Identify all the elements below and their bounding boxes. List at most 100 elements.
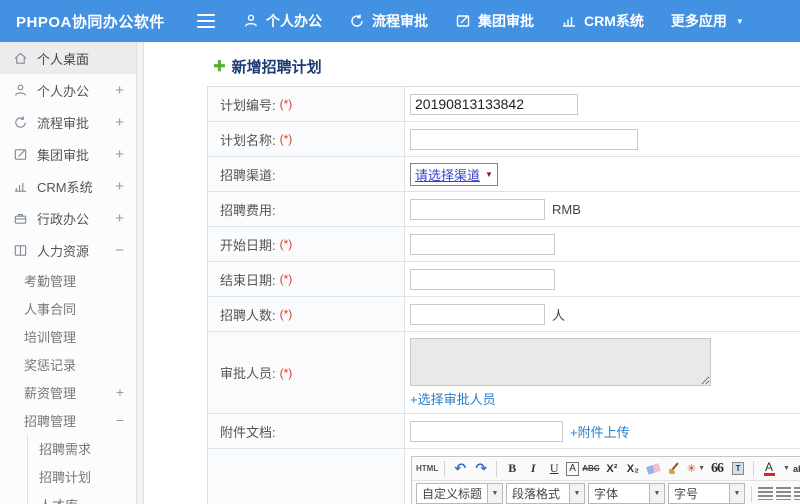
redo-icon[interactable]: ↷ [472, 459, 490, 479]
chart-icon [14, 182, 27, 192]
sidebar-item-hr-contract[interactable]: 人事合同 [0, 294, 136, 322]
sidebar-item-label: 集团审批 [37, 147, 90, 163]
caret-down-icon: ▼ [730, 483, 745, 504]
align-right-icon[interactable] [794, 487, 800, 500]
end-date-input[interactable] [410, 268, 555, 290]
plus-icon: ✚ [213, 58, 226, 75]
headcount-input[interactable] [410, 303, 545, 325]
sidebar-item-group-approval[interactable]: 集团审批 + [0, 138, 136, 170]
field-label: 结束日期: [220, 272, 276, 288]
attachment-input[interactable] [410, 420, 563, 442]
format-brush-icon[interactable] [666, 459, 684, 479]
sidebar-item-salary[interactable]: 薪资管理 + [0, 378, 136, 406]
hamburger-menu-icon[interactable] [197, 14, 215, 28]
flow-icon [351, 14, 363, 27]
bold-button[interactable]: B [503, 459, 521, 479]
paragraph-format-dropdown[interactable]: 段落格式 ▼ [506, 483, 585, 504]
attachment-upload-link[interactable]: +附件上传 [570, 422, 630, 441]
sidebar-subitem-label: 培训管理 [24, 329, 77, 345]
expand-plus-icon[interactable]: + [115, 114, 124, 131]
expand-plus-icon[interactable]: + [115, 178, 124, 195]
sidebar-item-training[interactable]: 培训管理 [0, 322, 136, 350]
topnav-group-approval[interactable]: 集团审批 [455, 11, 534, 31]
sidebar-item-personal-desktop[interactable]: 个人桌面 [0, 42, 136, 74]
field-label: 审批人员: [220, 366, 276, 381]
sidebar-item-label: 人力资源 [37, 243, 90, 259]
person-icon [15, 84, 26, 96]
sidebar-item-hr[interactable]: 人力资源 − [0, 234, 136, 266]
toolbar-separator [496, 460, 498, 477]
font-color-button[interactable]: A [760, 459, 778, 479]
topbar: PHPOA协同办公软件 个人办公 流程审批 集团审批 CRM系统 更多应用 ▼ [0, 0, 800, 42]
topnav-label: 更多应用 [670, 13, 727, 29]
channel-select-value: 请选择渠道 [415, 167, 481, 183]
html-source-button[interactable]: HTML [416, 459, 438, 479]
font-border-button[interactable]: A [566, 461, 579, 476]
field-label: 附件文档: [220, 424, 276, 440]
sidebar-subitem-label: 人才库 [39, 495, 78, 504]
sidebar-item-workflow-approval[interactable]: 流程审批 + [0, 106, 136, 138]
strikethrough-button[interactable]: ABC [582, 459, 600, 479]
sidebar-subitem-label: 招聘计划 [39, 469, 92, 485]
sidebar-item-attendance[interactable]: 考勤管理 [0, 266, 136, 294]
caret-down-icon: ▼ [570, 483, 585, 504]
sidebar-item-recruitment[interactable]: 招聘管理 − [0, 406, 136, 434]
align-center-icon[interactable] [776, 487, 791, 500]
sidebar-scrollbar[interactable] [137, 42, 144, 504]
app-title: PHPOA协同办公软件 [16, 13, 165, 31]
topnav-crm[interactable]: CRM系统 [561, 11, 644, 31]
plan-number-input[interactable] [410, 93, 578, 115]
align-left-icon[interactable] [758, 487, 773, 500]
field-label: 招聘渠道: [220, 167, 276, 183]
sidebar-item-label: 个人桌面 [37, 51, 90, 67]
plan-name-input[interactable] [410, 128, 638, 150]
channel-select[interactable]: 请选择渠道 ▼ [410, 162, 498, 186]
briefcase-icon [14, 213, 27, 224]
highlight-color-button[interactable]: ab✎ [793, 459, 800, 479]
approvers-textarea[interactable] [410, 338, 711, 386]
caret-down-icon: ▼ [650, 483, 665, 504]
topnav-workflow-approval[interactable]: 流程审批 [349, 11, 428, 31]
expand-plus-icon[interactable]: + [115, 146, 124, 163]
subscript-button[interactable]: X₂ [624, 459, 642, 479]
topnav-more-apps[interactable]: 更多应用 ▼ [671, 11, 744, 31]
choose-approvers-link[interactable]: +选择审批人员 [410, 389, 496, 408]
caret-down-icon: ▼ [735, 16, 744, 26]
budget-input[interactable] [410, 198, 545, 220]
underline-button[interactable]: U [545, 459, 563, 479]
eraser-icon[interactable] [645, 459, 663, 479]
sidebar-item-personal-office[interactable]: 个人办公 + [0, 74, 136, 106]
start-date-input[interactable] [410, 233, 555, 255]
topnav-label: 集团审批 [478, 13, 534, 29]
custom-heading-dropdown[interactable]: 自定义标题 ▼ [416, 483, 503, 504]
superscript-button[interactable]: X² [603, 459, 621, 479]
expand-plus-icon[interactable]: + [115, 210, 124, 227]
sidebar-subitem-label: 薪资管理 [24, 385, 77, 401]
form-row-end-date: 结束日期: (*) [208, 262, 800, 297]
auto-format-icon[interactable]: ✳ ▼ [687, 459, 705, 479]
sidebar-item-crm[interactable]: CRM系统 + [0, 170, 136, 202]
sidebar-item-recruit-demand[interactable]: 招聘需求 [28, 434, 136, 462]
sidebar-item-label: 行政办公 [37, 211, 90, 227]
sidebar-item-talent-pool[interactable]: 人才库 [28, 490, 136, 504]
expand-plus-icon[interactable]: + [115, 82, 124, 99]
caret-down-icon[interactable]: ▼ [783, 465, 790, 472]
flow-icon [15, 115, 26, 128]
sidebar-item-recruit-plan[interactable]: 招聘计划 [28, 462, 136, 490]
form-row-content-editor: HTML ↶ ↷ B I U A ABC X² X₂ ✳ ▼ 66 T A ▼ … [208, 449, 800, 504]
headcount-unit: 人 [552, 307, 566, 323]
topnav-personal-office[interactable]: 个人办公 [243, 11, 322, 31]
collapse-minus-icon[interactable]: − [116, 412, 124, 428]
collapse-minus-icon[interactable]: − [115, 242, 124, 259]
sidebar-item-rewards[interactable]: 奖惩记录 [0, 350, 136, 378]
undo-icon[interactable]: ↶ [451, 459, 469, 479]
form-row-plan-number: 计划编号: (*) [208, 87, 800, 122]
italic-button[interactable]: I [524, 459, 542, 479]
sidebar-item-label: 流程审批 [37, 115, 90, 131]
paste-text-icon[interactable]: T [729, 459, 747, 479]
expand-plus-icon[interactable]: + [116, 384, 124, 400]
blockquote-button[interactable]: 66 [708, 459, 726, 479]
font-family-dropdown[interactable]: 字体 ▼ [588, 483, 665, 504]
sidebar-item-admin-office[interactable]: 行政办公 + [0, 202, 136, 234]
font-size-dropdown[interactable]: 字号 ▼ [668, 483, 745, 504]
